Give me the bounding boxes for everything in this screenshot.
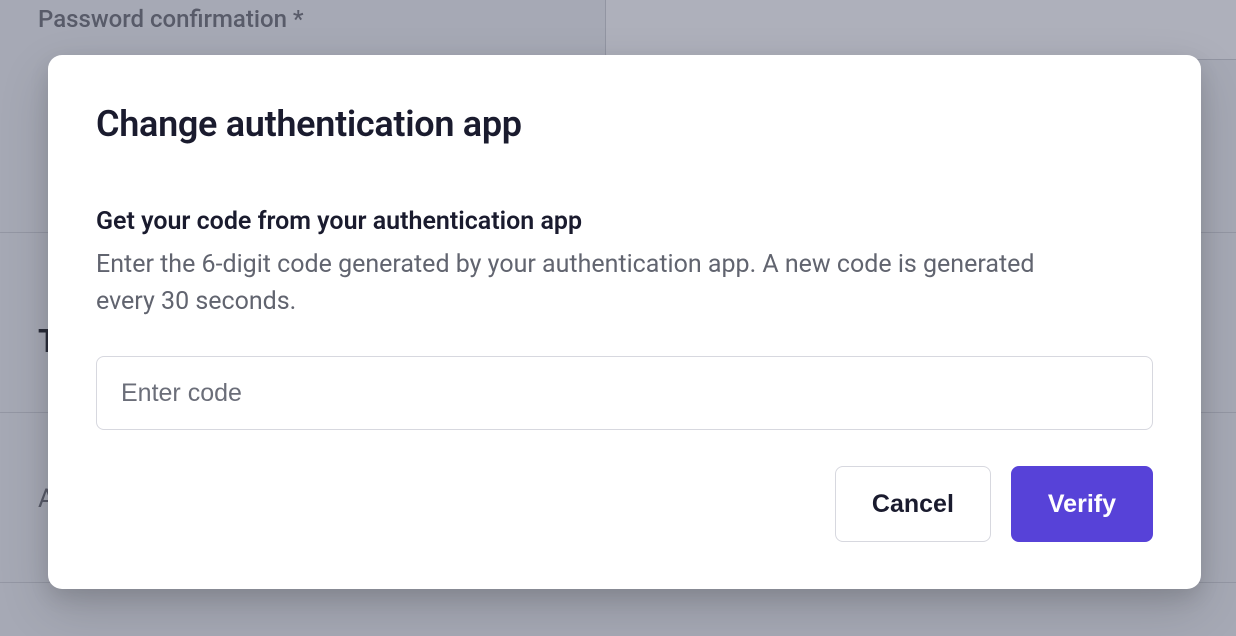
password-confirmation-label: Password confirmation *	[38, 5, 304, 33]
verify-button[interactable]: Verify	[1011, 466, 1153, 542]
modal-description: Enter the 6-digit code generated by your…	[96, 246, 1096, 320]
change-auth-app-modal: Change authentication app Get your code …	[48, 55, 1201, 589]
auth-code-input[interactable]	[96, 356, 1153, 430]
modal-button-row: Cancel Verify	[96, 466, 1153, 542]
modal-title: Change authentication app	[96, 103, 1153, 145]
password-confirmation-input-bg	[605, 0, 1236, 60]
cancel-button[interactable]: Cancel	[835, 466, 991, 542]
modal-subtitle: Get your code from your authentication a…	[96, 207, 1153, 236]
